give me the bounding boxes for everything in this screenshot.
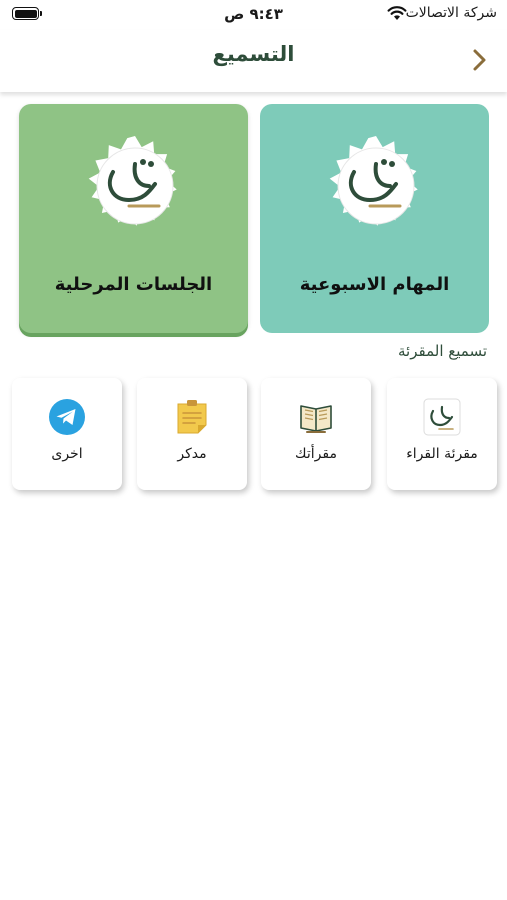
tile-readers-label: مقرئة القراء	[406, 446, 478, 462]
app-logo-icon	[423, 398, 461, 436]
carrier-name: شركة الاتصالات	[405, 5, 497, 21]
weekly-tasks-label: المهام الاسبوعية	[299, 274, 450, 295]
stage-sessions-label: الجلسات المرحلية	[54, 274, 213, 295]
quran-book-icon	[300, 405, 332, 433]
sticky-note-icon	[177, 400, 207, 434]
status-bar: ٩:٤٣ ص شركة الاتصالات	[0, 0, 507, 30]
tile-readers[interactable]: مقرئة القراء	[387, 378, 497, 490]
header-bar: التسميع	[0, 30, 507, 92]
page-title: التسميع	[212, 42, 295, 66]
tile-notes-label: مدكر	[177, 446, 207, 462]
tile-notes[interactable]: مدكر	[137, 378, 247, 490]
tile-my-readings[interactable]: مقرأتك	[261, 378, 371, 490]
chevron-right-icon[interactable]	[466, 46, 492, 74]
section-title: تسميع المقرئة	[398, 342, 487, 360]
telegram-icon	[49, 399, 85, 435]
app-logo-badge-icon	[329, 136, 418, 226]
tile-other[interactable]: اخرى	[12, 378, 122, 490]
stage-sessions-card[interactable]: الجلسات المرحلية	[19, 104, 248, 333]
tile-my-readings-label: مقرأتك	[295, 446, 337, 462]
weekly-tasks-card[interactable]: المهام الاسبوعية	[260, 104, 489, 333]
app-logo-badge-icon	[88, 136, 177, 226]
tile-other-label: اخرى	[51, 446, 83, 462]
wifi-icon	[387, 6, 407, 20]
